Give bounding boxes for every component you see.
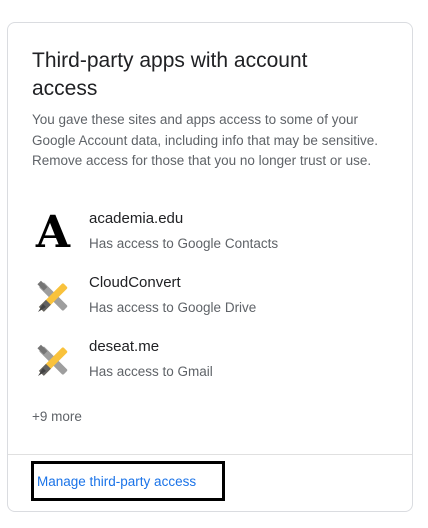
app-access-description: Has access to Google Contacts [89, 236, 279, 251]
app-access-description: Has access to Gmail [89, 364, 213, 379]
app-item-cloudconvert[interactable]: CloudConvert Has access to Google Drive [32, 273, 382, 323]
app-name: academia.edu [89, 210, 184, 227]
card-title: Third-party apps with account access [32, 49, 308, 100]
academia-logo-icon: A [35, 207, 71, 258]
manage-third-party-access-link[interactable]: Manage third-party access [37, 473, 196, 491]
card-description: You gave these sites and apps access to … [32, 112, 378, 168]
app-name: deseat.me [89, 338, 160, 355]
tools-icon [32, 276, 74, 318]
app-item-deseat[interactable]: deseat.me Has access to Gmail [32, 337, 382, 387]
card-divider [8, 454, 412, 455]
more-apps-link[interactable]: +9 more [32, 407, 82, 427]
app-item-academia[interactable]: A academia.edu Has access to Google Cont… [32, 209, 382, 259]
third-party-apps-card: Third-party apps with account access You… [7, 22, 413, 512]
app-name: CloudConvert [89, 274, 181, 291]
app-access-description: Has access to Google Drive [89, 300, 257, 315]
tools-icon [32, 340, 74, 382]
manage-access-highlight-box: Manage third-party access [31, 461, 225, 501]
